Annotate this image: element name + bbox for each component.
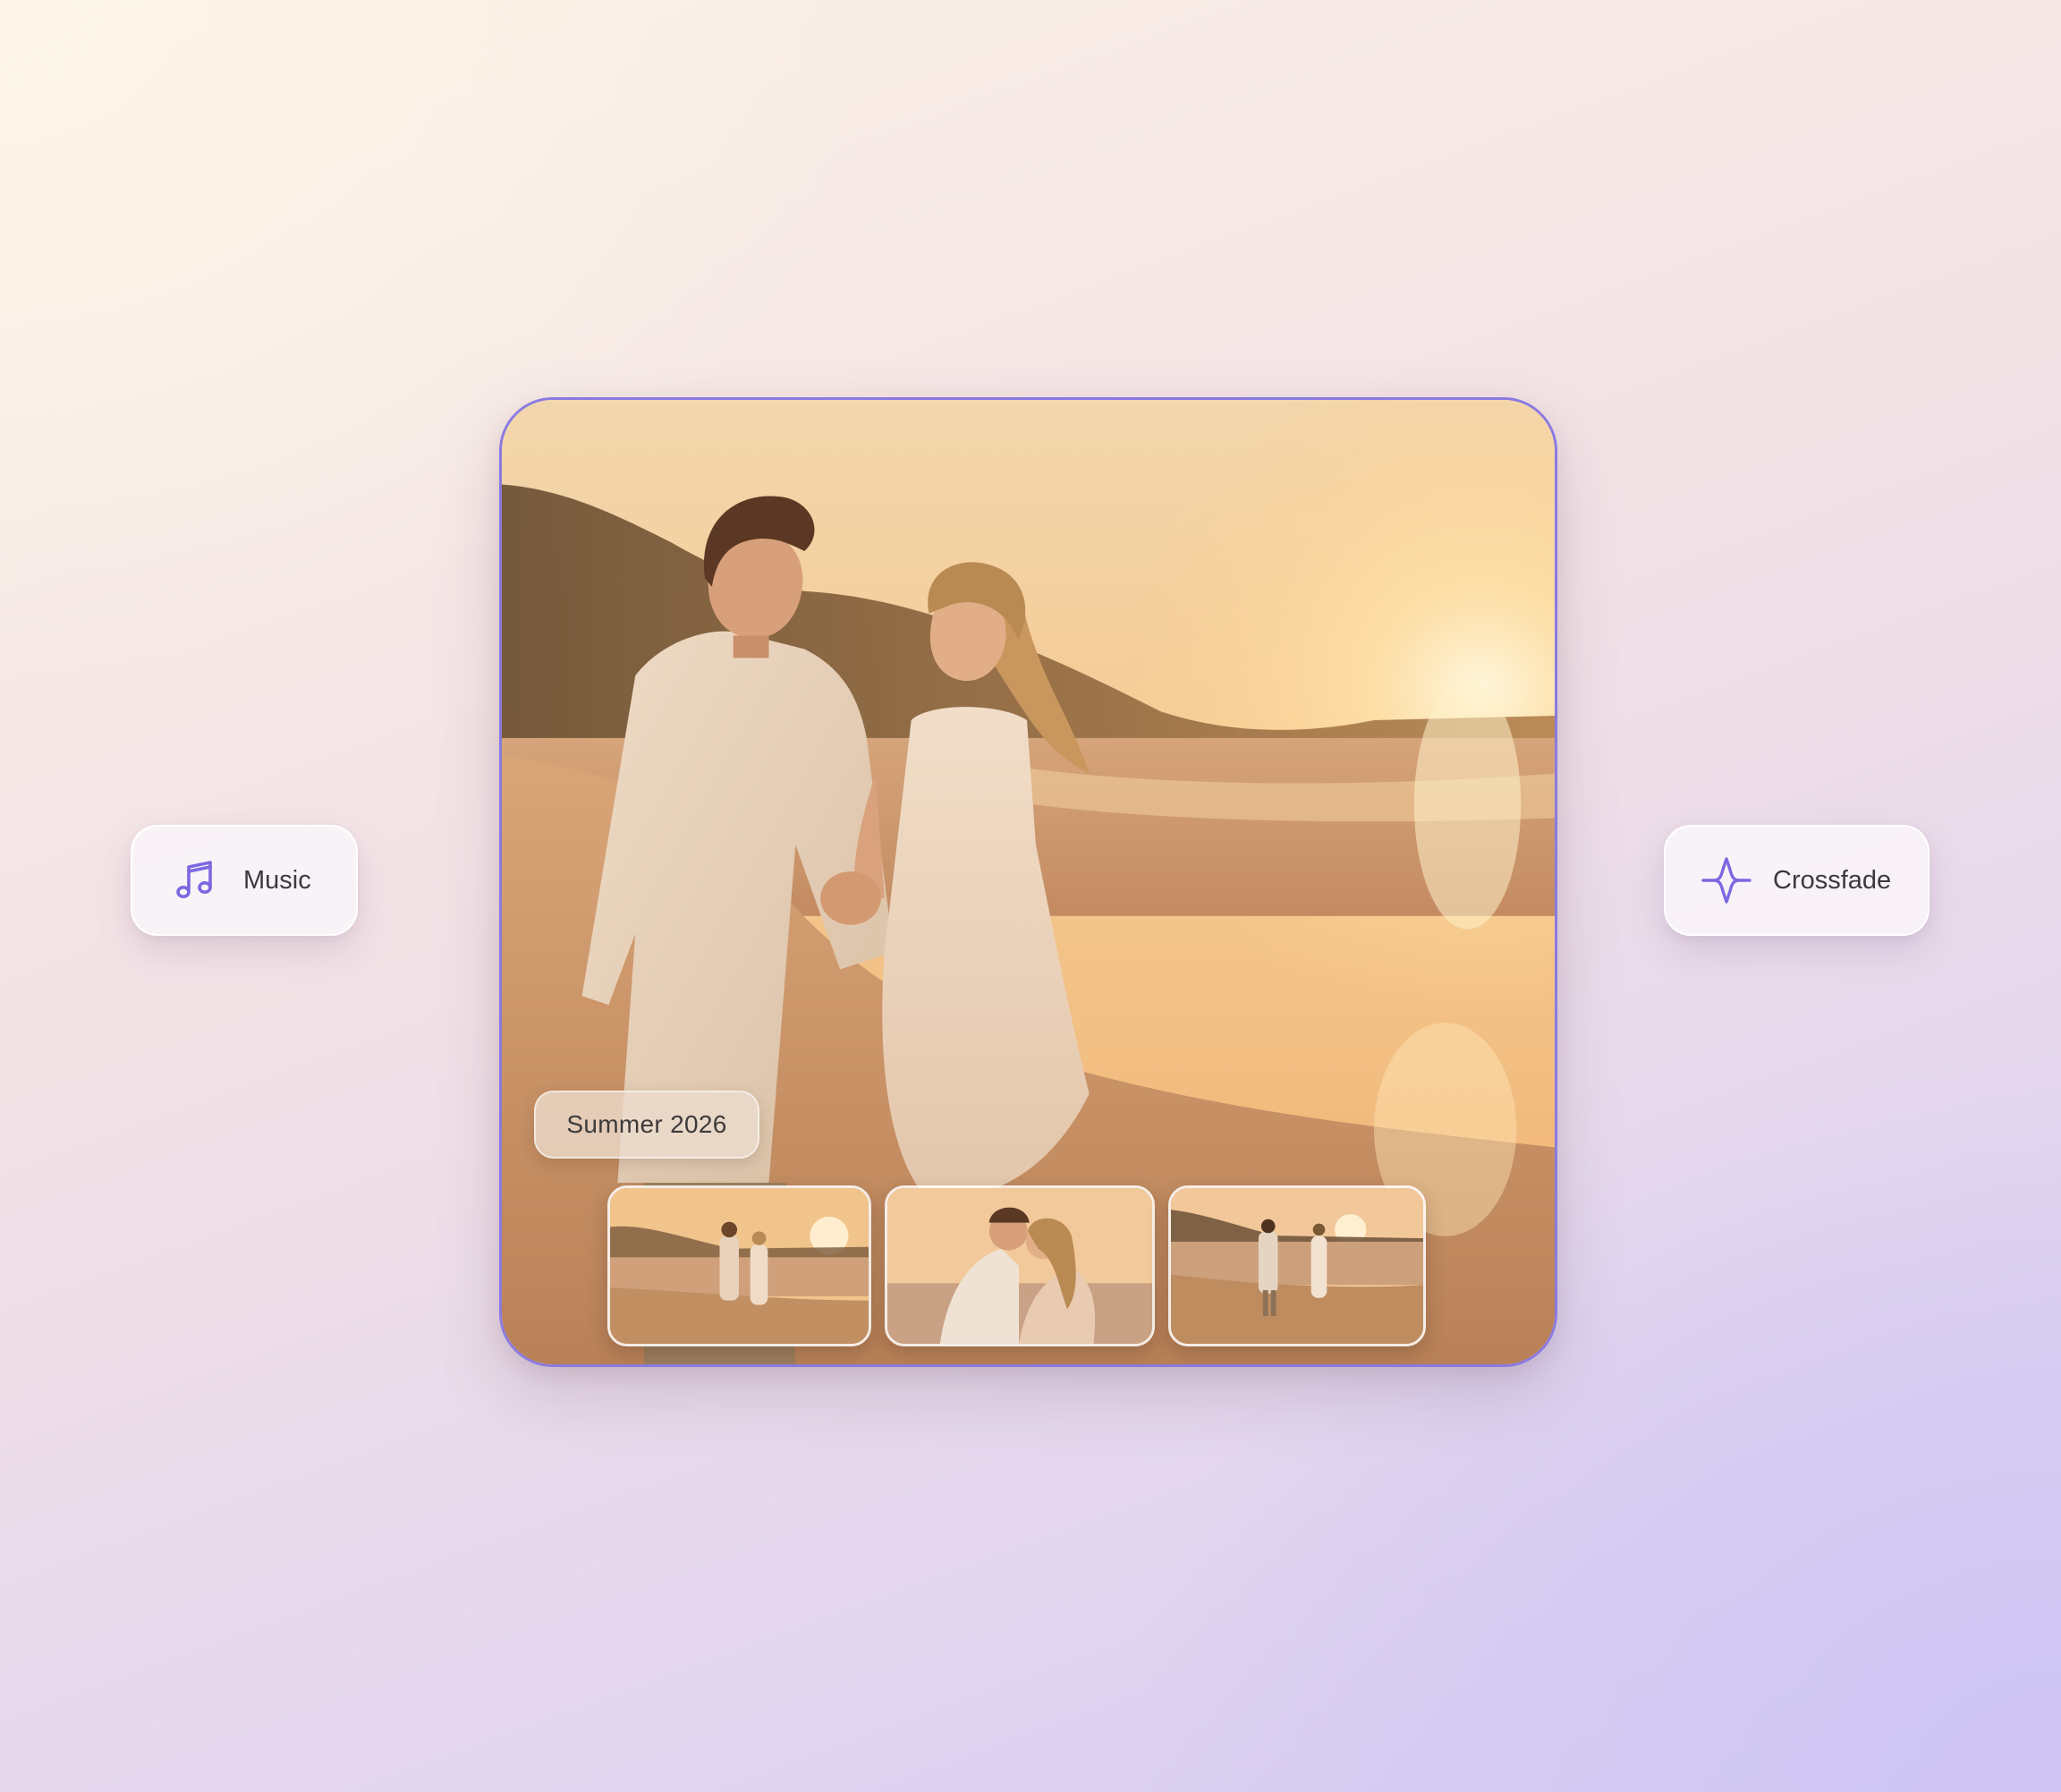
album-tag: Summer 2026 (534, 1091, 759, 1159)
crossfade-label: Crossfade (1773, 865, 1892, 895)
canvas: Music Crossfade Summer 2026 (0, 0, 2061, 1792)
music-button[interactable]: Music (131, 825, 358, 936)
thumbnail-couple-walking-away[interactable] (1168, 1185, 1426, 1346)
crossfade-wave-icon (1701, 855, 1751, 905)
music-label: Music (243, 865, 311, 895)
thumbnail-couple-embrace-sunset[interactable] (885, 1185, 1155, 1346)
album-tag-label: Summer 2026 (566, 1110, 727, 1138)
thumbnail-couple-walking-beach[interactable] (607, 1185, 871, 1346)
music-note-icon (172, 855, 222, 905)
photo-preview-card[interactable]: Summer 2026 (499, 397, 1557, 1367)
crossfade-button[interactable]: Crossfade (1664, 825, 1930, 936)
